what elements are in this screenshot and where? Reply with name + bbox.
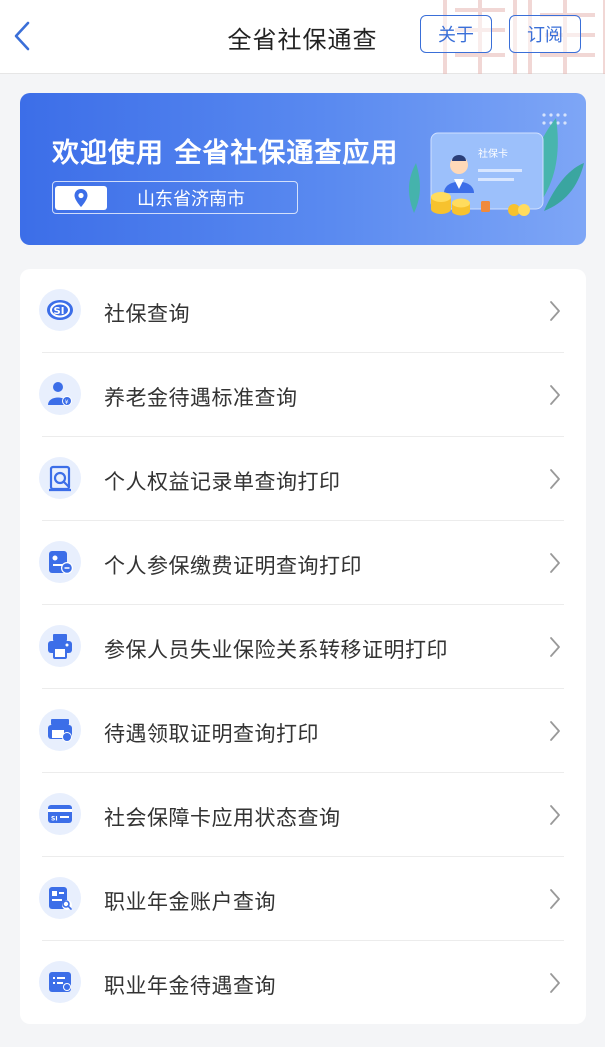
svg-text:¥: ¥ xyxy=(65,399,69,406)
menu-item-rights-record[interactable]: 个人权益记录单查询打印 xyxy=(20,437,586,521)
chevron-right-icon xyxy=(550,805,560,825)
chevron-right-icon xyxy=(550,469,560,489)
top-nav-bar: 全省社保通查 关于 订阅 xyxy=(0,0,605,74)
svg-text:SI: SI xyxy=(54,306,65,317)
chevron-right-icon xyxy=(550,721,560,741)
subscribe-button[interactable]: 订阅 xyxy=(509,15,581,53)
menu-item-si-query[interactable]: SI 社保查询 xyxy=(20,269,586,353)
menu-item-label: 个人权益记录单查询打印 xyxy=(104,470,341,494)
annuity-account-icon xyxy=(39,877,81,919)
menu-item-label: 个人参保缴费证明查询打印 xyxy=(104,554,362,578)
service-menu: SI 社保查询 ¥ 养老金待遇标准查询 个人权益记录单查询打印 个人参保缴费证明… xyxy=(20,269,586,1024)
payment-certificate-icon xyxy=(39,541,81,583)
menu-item-label: 参保人员失业保险关系转移证明打印 xyxy=(104,638,448,662)
welcome-banner: 欢迎使用 全省社保通查应用 山东省济南市 社保卡 xyxy=(20,93,586,245)
menu-item-annuity-account[interactable]: 职业年金账户查询 xyxy=(20,857,586,941)
banner-welcome-text: 欢迎使用 全省社保通查应用 xyxy=(52,138,399,169)
svg-text:SI: SI xyxy=(51,816,58,823)
annuity-benefit-icon xyxy=(39,961,81,1003)
about-button[interactable]: 关于 xyxy=(420,15,492,53)
menu-item-label: 养老金待遇标准查询 xyxy=(104,386,298,410)
menu-item-unemployment-transfer[interactable]: 参保人员失业保险关系转移证明打印 xyxy=(20,605,586,689)
chevron-right-icon xyxy=(550,973,560,993)
benefit-printer-icon xyxy=(39,709,81,751)
si-logo-icon: SI xyxy=(39,289,81,331)
menu-item-label: 社会保障卡应用状态查询 xyxy=(104,806,341,830)
menu-item-benefit-certificate[interactable]: 待遇领取证明查询打印 xyxy=(20,689,586,773)
menu-item-si-card-status[interactable]: SI 社会保障卡应用状态查询 xyxy=(20,773,586,857)
menu-item-label: 职业年金待遇查询 xyxy=(104,974,276,998)
si-card-illustration: 社保卡 xyxy=(386,93,586,245)
menu-item-label: 社保查询 xyxy=(104,302,190,326)
chevron-right-icon xyxy=(550,889,560,909)
chevron-right-icon xyxy=(550,553,560,573)
location-pin-icon xyxy=(55,185,107,210)
printer-icon xyxy=(39,625,81,667)
menu-item-label: 职业年金账户查询 xyxy=(104,890,276,914)
location-text: 山东省济南市 xyxy=(137,188,245,210)
si-card-icon: SI xyxy=(39,793,81,835)
pension-person-icon: ¥ xyxy=(39,373,81,415)
menu-item-label: 待遇领取证明查询打印 xyxy=(104,722,319,746)
record-search-icon xyxy=(39,457,81,499)
chevron-right-icon xyxy=(550,301,560,321)
chevron-right-icon xyxy=(550,637,560,657)
chevron-right-icon xyxy=(550,385,560,405)
menu-item-payment-certificate[interactable]: 个人参保缴费证明查询打印 xyxy=(20,521,586,605)
menu-item-annuity-benefit[interactable]: 职业年金待遇查询 xyxy=(20,941,586,1025)
location-selector[interactable]: 山东省济南市 xyxy=(52,181,298,214)
card-label: 社保卡 xyxy=(478,147,508,160)
menu-item-pension-standard[interactable]: ¥ 养老金待遇标准查询 xyxy=(20,353,586,437)
